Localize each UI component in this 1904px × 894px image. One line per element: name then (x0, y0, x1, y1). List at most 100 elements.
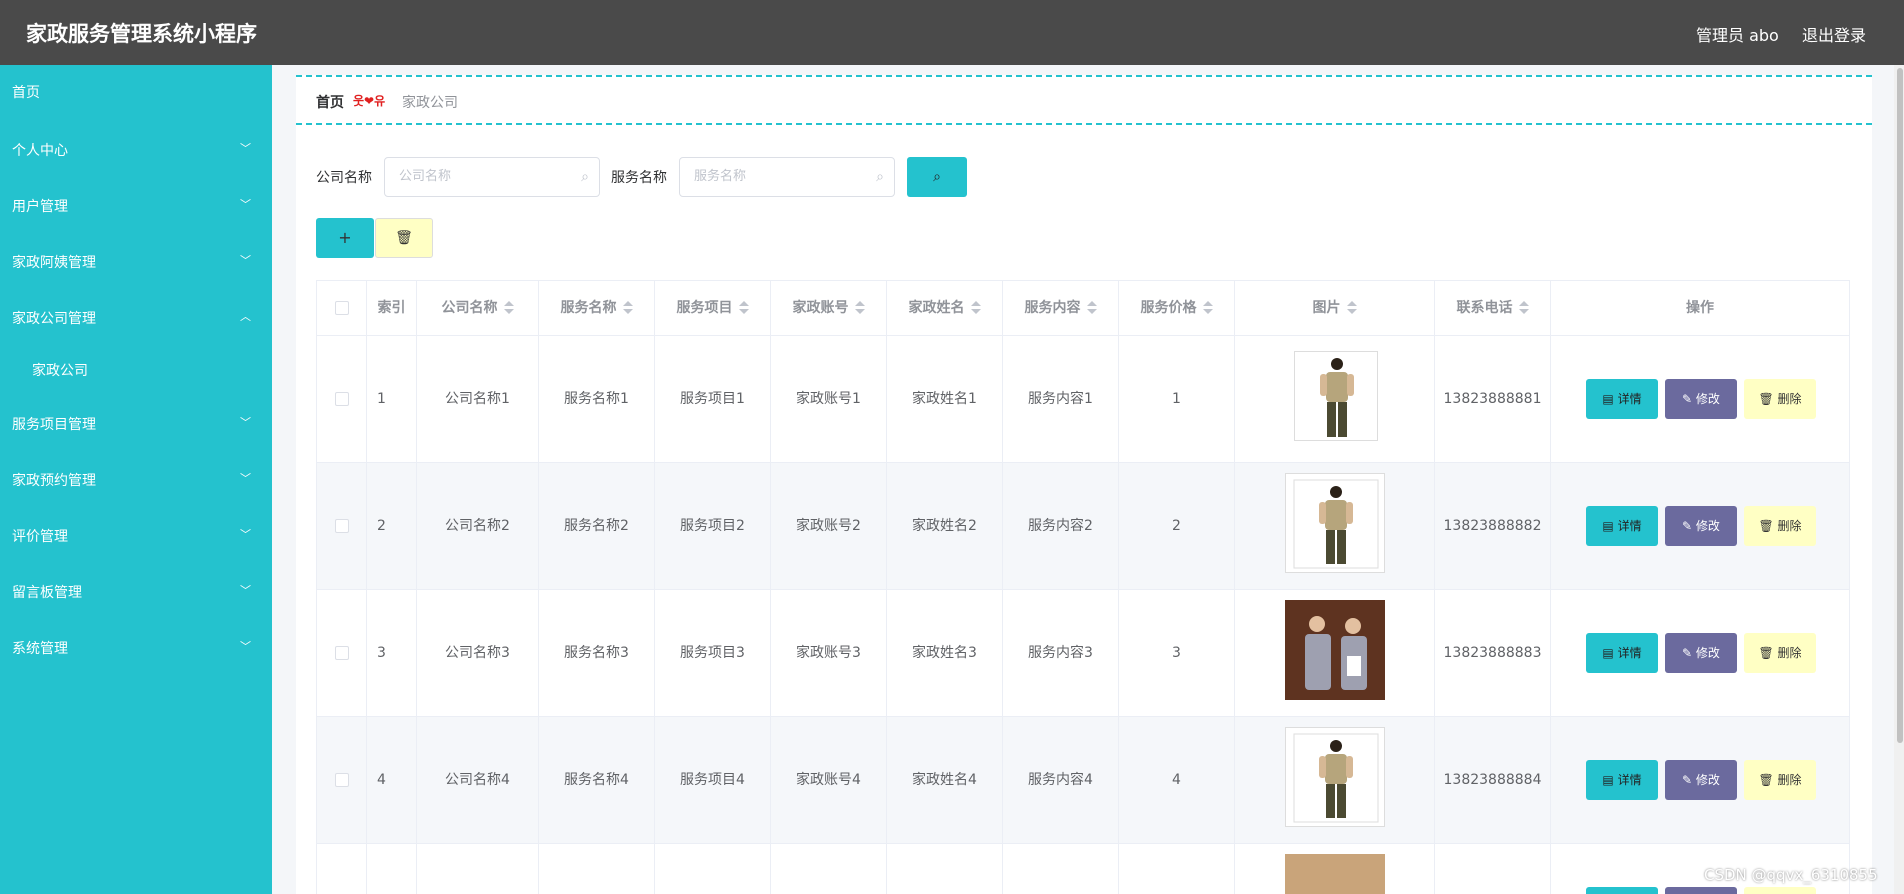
cell-name: 家政姓名2 (887, 463, 1003, 590)
delete-button[interactable] (1744, 887, 1816, 894)
cell-company: 公司名称1 (417, 336, 539, 463)
row-select-cell (317, 717, 367, 844)
search-button[interactable]: ⌕ (907, 157, 967, 197)
table-row: 3 公司名称3 服务名称3 服务项目3 家政账号3 家政姓名3 服务内容3 3 … (317, 590, 1849, 717)
sidebar-item-reviews[interactable]: 评价管理 ﹀ (0, 516, 272, 556)
cell-price: 4 (1119, 717, 1235, 844)
sidebar-item-personal[interactable]: 个人中心 ﹀ (0, 130, 272, 170)
sort-icon[interactable] (1202, 301, 1213, 315)
detail-button[interactable]: ▤ 详情 (1586, 506, 1658, 546)
cell-name: 家政姓名3 (887, 590, 1003, 717)
add-button[interactable]: + (316, 218, 374, 258)
header-phone[interactable]: 联系电话 (1435, 281, 1551, 336)
table-row: 4 公司名称4 服务名称4 服务项目4 家政账号4 家政姓名4 服务内容4 4 … (317, 717, 1849, 844)
sidebar-item-aunts[interactable]: 家政阿姨管理 ﹀ (0, 242, 272, 282)
chevron-down-icon: ﹀ (240, 640, 251, 653)
cell-name (887, 844, 1003, 894)
delete-button[interactable]: 🗑 删除 (1744, 379, 1816, 419)
sort-icon[interactable] (1346, 301, 1357, 315)
sidebar-item-projects[interactable]: 服务项目管理 ﹀ (0, 404, 272, 444)
sort-icon[interactable] (622, 301, 633, 315)
cell-price (1119, 844, 1235, 894)
edit-label: 修改 (1695, 646, 1720, 660)
table-header: 索引 公司名称 服务名称 服务项目 家政账号 家政姓名 服务内容 服务价格 图片… (317, 281, 1849, 336)
pencil-icon: ✎ (1682, 646, 1696, 660)
header-label: 服务名称 (560, 300, 617, 316)
header-account[interactable]: 家政账号 (771, 281, 887, 336)
header-project[interactable]: 服务项目 (655, 281, 771, 336)
sidebar: 首页 个人中心 ﹀ 用户管理 ﹀ 家政阿姨管理 ﹀ 家政公司管理 ︿ 家政公司 服务项目… (0, 65, 272, 894)
row-checkbox[interactable] (334, 646, 349, 660)
chevron-down-icon: ﹀ (240, 416, 251, 429)
breadcrumb-home[interactable]: 首页 (316, 92, 344, 112)
sort-icon[interactable] (970, 301, 981, 315)
delete-button[interactable]: 🗑 删除 (1744, 506, 1816, 546)
sidebar-item-appointments[interactable]: 家政预约管理 ﹀ (0, 460, 272, 500)
sidebar-item-messages[interactable]: 留言板管理 ﹀ (0, 572, 272, 612)
sidebar-item-home[interactable]: 首页 (0, 72, 272, 112)
detail-button[interactable] (1586, 887, 1658, 894)
select-all-checkbox[interactable] (334, 301, 349, 315)
sidebar-subitem-company[interactable]: 家政公司 (0, 350, 272, 390)
cell-image (1235, 590, 1435, 717)
detail-label: 详情 (1617, 773, 1642, 787)
cell-phone: 13823888881 (1435, 336, 1551, 463)
sort-icon[interactable] (503, 301, 514, 315)
trash-icon: 🗑 (1758, 392, 1778, 406)
company-name-label: 公司名称 (316, 170, 372, 186)
cell-image (1235, 717, 1435, 844)
edit-button[interactable] (1665, 887, 1737, 894)
cell-image (1235, 336, 1435, 463)
header-price[interactable]: 服务价格 (1119, 281, 1235, 336)
company-name-input[interactable]: 公司名称 ⌕ (384, 157, 600, 197)
edit-button[interactable]: ✎ 修改 (1665, 633, 1737, 673)
staff-photo[interactable] (1285, 600, 1385, 700)
chevron-down-icon: ﹀ (240, 528, 251, 541)
edit-button[interactable]: ✎ 修改 (1665, 379, 1737, 419)
row-checkbox[interactable] (334, 392, 349, 406)
company-name-placeholder: 公司名称 (399, 169, 452, 184)
uniform-photo[interactable] (1294, 351, 1378, 441)
cell-index: 1 (367, 336, 417, 463)
edit-button[interactable]: ✎ 修改 (1665, 506, 1737, 546)
service-name-input[interactable]: 服务名称 ⌕ (679, 157, 895, 197)
header-name[interactable]: 家政姓名 (887, 281, 1003, 336)
header-label: 索引 (377, 300, 406, 316)
row-checkbox[interactable] (334, 519, 349, 533)
cell-service: 服务名称3 (539, 590, 655, 717)
detail-button[interactable]: ▤ 详情 (1586, 760, 1658, 800)
sort-icon[interactable] (738, 301, 749, 315)
sort-icon[interactable] (1086, 301, 1097, 315)
uniform-photo[interactable] (1285, 473, 1385, 573)
sidebar-item-companies[interactable]: 家政公司管理 ︿ (0, 298, 272, 338)
row-checkbox[interactable] (334, 773, 349, 787)
uniform-photo[interactable] (1285, 727, 1385, 827)
header-image[interactable]: 图片 (1235, 281, 1435, 336)
detail-button[interactable]: ▤ 详情 (1586, 379, 1658, 419)
sidebar-item-system[interactable]: 系统管理 ﹀ (0, 628, 272, 668)
cell-project: 服务项目4 (655, 717, 771, 844)
detail-button[interactable]: ▤ 详情 (1586, 633, 1658, 673)
row-select-cell (317, 336, 367, 463)
header-content[interactable]: 服务内容 (1003, 281, 1119, 336)
sort-icon[interactable] (854, 301, 865, 315)
sidebar-item-users[interactable]: 用户管理 ﹀ (0, 186, 272, 226)
delete-button[interactable]: 🗑 删除 (1744, 633, 1816, 673)
sort-icon[interactable] (1518, 301, 1529, 315)
scrollbar-thumb[interactable] (1897, 68, 1903, 743)
batch-delete-button[interactable]: 🗑 (375, 218, 433, 258)
edit-label: 修改 (1695, 519, 1720, 533)
cell-actions: ▤ 详情 ✎ 修改 🗑 删除 (1551, 336, 1849, 463)
header-company[interactable]: 公司名称 (417, 281, 539, 336)
edit-button[interactable]: ✎ 修改 (1665, 760, 1737, 800)
staff-photo[interactable] (1285, 854, 1385, 894)
edit-label: 修改 (1695, 392, 1720, 406)
document-icon: ▤ (1602, 392, 1618, 406)
row-select-cell (317, 844, 367, 894)
delete-label: 删除 (1777, 646, 1802, 660)
document-icon: ▤ (1602, 773, 1618, 787)
header-service[interactable]: 服务名称 (539, 281, 655, 336)
cell-company: 公司名称4 (417, 717, 539, 844)
logout-link[interactable]: 退出登录 (1802, 22, 1866, 46)
delete-button[interactable]: 🗑 删除 (1744, 760, 1816, 800)
